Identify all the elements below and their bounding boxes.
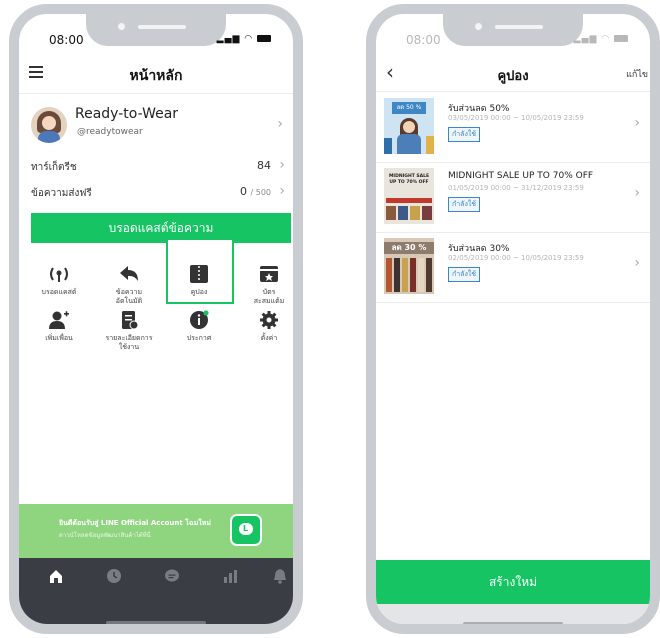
chevron-right-icon: › — [634, 115, 640, 131]
broadcast-icon — [48, 264, 70, 284]
coupon-name: MIDNIGHT SALE UP TO 70% OFF — [448, 171, 594, 181]
chevron-right-icon: › — [279, 183, 285, 199]
profile-id: @readytowear — [77, 127, 143, 137]
bottom-area — [376, 604, 650, 624]
line-app-icon: L — [230, 514, 262, 546]
bottom-tab-bar — [19, 558, 293, 624]
home-icon[interactable] — [41, 568, 71, 588]
friends-row[interactable]: ทาร์เก็ตรีช 84 › — [19, 154, 293, 178]
promo-banner[interactable]: ยินดีต้อนรับสู่ LINE Official Account โฉ… — [19, 504, 293, 558]
profile-name: Ready-to-Wear — [75, 106, 179, 122]
coupon-thumbnail: MIDNIGHT SALE UP TO 70% OFF — [384, 168, 434, 224]
coupon-item[interactable]: MIDNIGHT SALE UP TO 70% OFF MIDNIGHT SAL… — [376, 163, 650, 233]
grid-broadcast[interactable]: บรอดแคสต์ — [27, 246, 91, 306]
messages-value: 0 / 500 — [239, 185, 271, 198]
banner-subtitle: ดาวน์โหลดข้อมูลพัฒนาสินค้าได้ที่นี่ — [59, 532, 151, 539]
reply-icon — [118, 264, 140, 284]
phone-notch — [443, 14, 583, 46]
phone-notch — [86, 14, 226, 46]
coupon-icon — [188, 264, 210, 284]
phone-coupons: 08:00 ▂▄▆ ◠ ‹ คูปอง แก้ไข ลด 50 % รับส่ว… — [366, 4, 660, 634]
page-title: หน้าหลัก — [129, 68, 183, 84]
edit-button[interactable]: แก้ไข — [626, 67, 648, 81]
banner-title: ยินดีต้อนรับสู่ LINE Official Account โฉ… — [59, 519, 211, 527]
coupons-header: ‹ คูปอง แก้ไข — [376, 54, 650, 92]
coupon-item[interactable]: ลด 30 % รับส่วนลด 30% 02/05/2019 00:00 ~… — [376, 233, 650, 303]
grid-card[interactable]: บัตร สะสมแต้ม — [237, 246, 293, 306]
home-indicator — [463, 622, 563, 624]
friends-label: ทาร์เก็ตรีช — [31, 162, 77, 173]
friends-value: 84 — [257, 159, 271, 172]
page-title: คูปอง — [497, 69, 529, 84]
chevron-right-icon: › — [634, 185, 640, 201]
system-icons: ▂▄▆ ◠ — [574, 34, 628, 44]
grid-usage[interactable]: รายละเอียดการ ใช้งาน — [97, 302, 161, 362]
coupon-thumbnail: ลด 50 % — [384, 98, 434, 154]
chevron-right-icon: › — [277, 116, 283, 132]
clock-icon[interactable] — [99, 568, 129, 588]
coupon-item[interactable]: ลด 50 % รับส่วนลด 50% 03/05/2019 00:00 ~… — [376, 93, 650, 163]
status-badge: กำลังใช้ — [448, 127, 481, 142]
coupon-date: 03/05/2019 00:00 ~ 10/05/2019 23:59 — [448, 114, 584, 122]
home-header: หน้าหลัก — [19, 54, 293, 94]
gear-icon — [258, 310, 280, 330]
phone-home: 08:00 ▂▄▆ ◠ หน้าหลัก Ready-to-Wear @read… — [9, 4, 303, 634]
grid-add-friend[interactable]: เพิ่มเพื่อน — [27, 302, 91, 362]
status-badge: กำลังใช้ — [448, 267, 481, 282]
card-icon — [258, 264, 280, 284]
home-indicator — [106, 621, 206, 624]
broadcast-button[interactable]: บรอดแคสต์ข้อความ — [31, 213, 291, 243]
chat-icon[interactable] — [157, 568, 187, 588]
status-badge: กำลังใช้ — [448, 197, 481, 212]
chevron-right-icon: › — [634, 255, 640, 271]
grid-auto-reply[interactable]: ข้อความ อัตโนมัติ — [97, 246, 161, 306]
info-icon — [188, 310, 210, 330]
bell-icon[interactable] — [265, 568, 293, 588]
create-coupon-button[interactable]: สร้างใหม่ — [376, 560, 650, 604]
coupon-name: รับส่วนลด 50% — [448, 104, 510, 114]
chart-icon[interactable] — [215, 568, 245, 588]
grid-coupon[interactable]: คูปอง — [167, 246, 231, 306]
avatar — [31, 107, 67, 143]
clock-time: 08:00 — [49, 33, 84, 47]
clock-time: 08:00 — [406, 33, 441, 47]
grid-settings[interactable]: ตั้งค่า — [237, 302, 293, 362]
coupon-thumbnail: ลด 30 % — [384, 238, 434, 294]
status-bar: 08:00 ▂▄▆ ◠ — [19, 14, 293, 54]
coupon-name: รับส่วนลด 30% — [448, 244, 510, 254]
coupon-date: 01/05/2019 00:00 ~ 31/12/2019 23:59 — [448, 184, 584, 192]
grid-announcement[interactable]: ประกาศ — [167, 302, 231, 362]
coupon-date: 02/05/2019 00:00 ~ 10/05/2019 23:59 — [448, 254, 584, 262]
messages-label: ข้อความส่งฟรี — [31, 188, 92, 199]
status-bar: 08:00 ▂▄▆ ◠ — [376, 14, 650, 54]
chevron-right-icon: › — [279, 157, 285, 173]
add-friend-icon — [48, 310, 70, 330]
profile-row[interactable]: Ready-to-Wear @readytowear › — [19, 102, 293, 154]
system-icons: ▂▄▆ ◠ — [217, 34, 271, 44]
messages-row[interactable]: ข้อความส่งฟรี 0 / 500 › — [19, 180, 293, 204]
usage-icon — [118, 310, 140, 330]
